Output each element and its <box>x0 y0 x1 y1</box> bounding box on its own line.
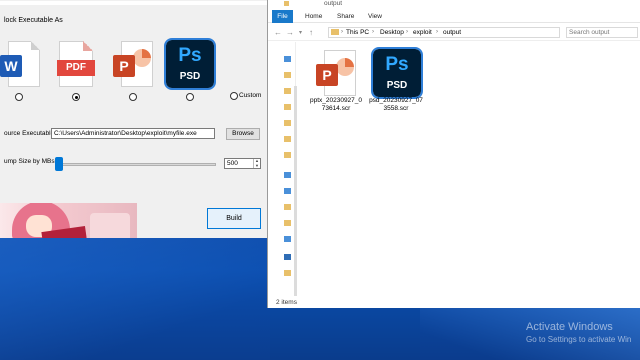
anime-banner-image <box>0 203 137 238</box>
folder-icon[interactable] <box>284 204 291 210</box>
tab-share[interactable]: Share <box>337 11 354 23</box>
chevron-right-icon: › <box>341 29 343 35</box>
file-name-line: psd_20230927_07 <box>369 97 423 104</box>
chevron-right-icon: › <box>372 29 374 35</box>
dump-size-stepper[interactable]: 500 ▲ ▼ <box>224 158 261 169</box>
file-name: psd_20230927_07 3558.scr <box>366 97 426 113</box>
folder-icon[interactable] <box>284 120 291 126</box>
chevron-right-icon: › <box>436 29 438 35</box>
powerpoint-badge: P <box>113 55 135 77</box>
status-bar-item-count: 2 items <box>276 299 297 306</box>
powerpoint-badge: P <box>316 64 338 86</box>
powerpoint-file-icon[interactable]: P <box>113 41 153 87</box>
photoshop-file-icon[interactable]: Ps PSD <box>164 38 216 90</box>
breadcrumb[interactable]: › This PC › Desktop › exploit › output <box>328 27 560 38</box>
file-name-line: 73614.scr <box>321 105 351 112</box>
list-item[interactable]: P pptx_20230927_0 73614.scr <box>306 50 366 115</box>
file-name-line: pptx_20230927_0 <box>309 97 363 104</box>
custom-label: Custom <box>239 92 262 99</box>
folder-icon <box>331 29 339 35</box>
folder-icon[interactable] <box>284 104 291 110</box>
desktop-light-beam <box>0 238 270 360</box>
file-explorer-window: output File Home Share View ← → ▾ ↑ › Th… <box>267 0 640 308</box>
watermark-title: Activate Windows <box>526 321 613 333</box>
forward-arrow-icon[interactable]: → <box>286 28 294 37</box>
lock-executable-label: lock Executable As <box>4 17 63 24</box>
source-executable-label: ource Executable: <box>4 130 57 137</box>
pie-chart-icon <box>133 49 151 67</box>
radio-photoshop[interactable] <box>186 93 194 101</box>
radio-word[interactable] <box>15 93 23 101</box>
breadcrumb-this-pc[interactable]: This PC <box>346 28 369 37</box>
ps-logo-text: Ps <box>178 45 202 66</box>
slider-thumb[interactable] <box>55 157 63 171</box>
folder-icon[interactable] <box>284 136 291 142</box>
nav-scrollbar[interactable] <box>294 86 297 296</box>
search-input[interactable]: Search output <box>566 27 638 38</box>
tab-view[interactable]: View <box>368 11 382 23</box>
folder-icon[interactable] <box>284 270 291 276</box>
folder-icon[interactable] <box>284 152 291 158</box>
word-file-icon[interactable]: W <box>0 41 40 87</box>
radio-pdf[interactable] <box>72 93 80 101</box>
radio-custom[interactable] <box>230 92 238 100</box>
folder-icon[interactable] <box>284 88 291 94</box>
powerpoint-file-icon: P <box>316 50 356 96</box>
psd-label: PSD <box>179 71 201 82</box>
tab-home[interactable]: Home <box>305 11 322 23</box>
back-arrow-icon[interactable]: ← <box>274 28 282 37</box>
photoshop-file-icon: Ps PSD <box>371 47 423 99</box>
pdf-file-icon[interactable]: PDF <box>57 41 95 87</box>
activate-windows-watermark: Activate Windows Go to Settings to activ… <box>526 321 631 344</box>
up-arrow-icon[interactable]: ↑ <box>309 28 313 37</box>
psd-label: PSD <box>386 80 408 91</box>
ps-logo-text: Ps <box>385 54 409 75</box>
browse-button[interactable]: Browse <box>226 128 260 140</box>
builder-title-bar <box>0 1 270 5</box>
drive-icon[interactable] <box>284 236 291 242</box>
radio-powerpoint[interactable] <box>129 93 137 101</box>
dump-size-label: ump Size by MBs: <box>4 158 57 165</box>
breadcrumb-desktop[interactable]: Desktop <box>380 28 404 37</box>
build-button[interactable]: Build <box>207 208 261 229</box>
recent-chevron-icon[interactable]: ▾ <box>299 29 302 36</box>
this-pc-icon[interactable] <box>284 172 291 178</box>
page-fold <box>83 41 93 51</box>
quick-access-icon[interactable] <box>284 56 291 62</box>
navigation-pane <box>268 42 297 296</box>
drive-icon[interactable] <box>284 188 291 194</box>
background-shape <box>90 213 130 238</box>
chevron-right-icon: › <box>406 29 408 35</box>
tab-file[interactable]: File <box>272 10 293 23</box>
dump-size-value: 500 <box>227 160 238 167</box>
address-toolbar: ← → ▾ ↑ › This PC › Desktop › exploit › … <box>268 24 640 41</box>
watermark-subtitle: Go to Settings to activate Win <box>526 335 632 344</box>
breadcrumb-exploit[interactable]: exploit <box>413 28 432 37</box>
ribbon-tabs: File Home Share View <box>268 9 640 23</box>
pie-chart-icon <box>336 58 354 76</box>
breadcrumb-output[interactable]: output <box>443 28 461 37</box>
network-icon[interactable] <box>284 254 291 260</box>
folder-icon[interactable] <box>284 220 291 226</box>
source-executable-input[interactable] <box>51 128 215 139</box>
dump-size-slider[interactable] <box>56 163 216 166</box>
file-name: pptx_20230927_0 73614.scr <box>306 97 366 113</box>
pdf-badge: PDF <box>57 60 95 76</box>
explorer-title-bar: output <box>268 0 640 9</box>
window-title: output <box>324 0 343 7</box>
builder-window: lock Executable As W PDF P Ps PSD Custom… <box>0 0 270 238</box>
folder-icon <box>284 1 289 6</box>
folder-icon[interactable] <box>284 72 291 78</box>
list-item[interactable]: Ps PSD psd_20230927_07 3558.scr <box>366 47 426 115</box>
file-name-line: 3558.scr <box>383 105 409 112</box>
word-badge: W <box>0 55 22 77</box>
spin-arrows-icon[interactable]: ▲ ▼ <box>253 158 260 168</box>
